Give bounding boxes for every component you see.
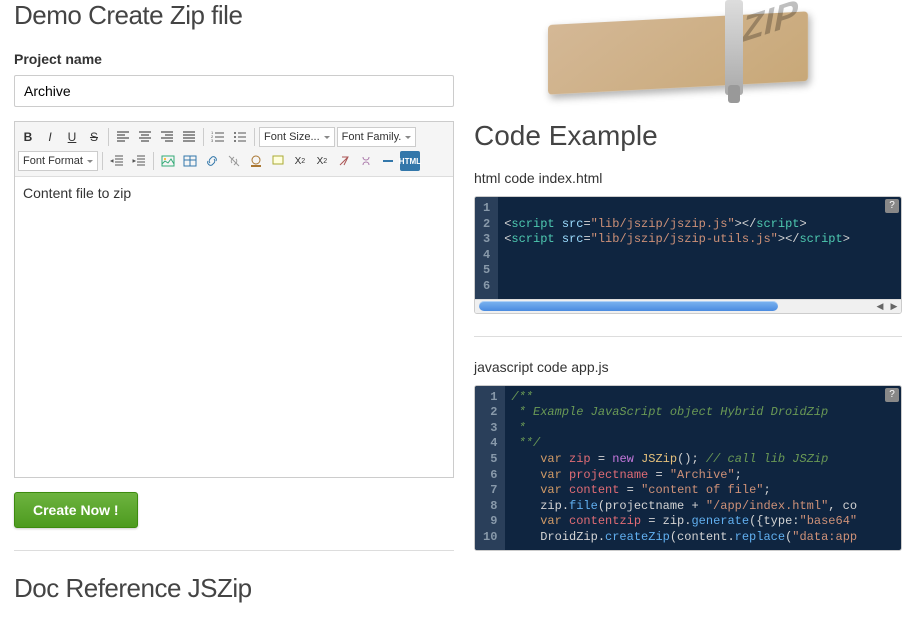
align-right-button[interactable] xyxy=(157,127,177,147)
underline-button[interactable]: U xyxy=(62,127,82,147)
color-button[interactable] xyxy=(246,151,266,171)
font-family-select[interactable]: Font Family. xyxy=(337,127,417,147)
unordered-list-button[interactable] xyxy=(230,127,250,147)
font-size-select[interactable]: Font Size... xyxy=(259,127,335,147)
editor-toolbar: B I U S 123 Font Size... Font Family. xyxy=(15,122,453,177)
html-code-block: ? 123456 <script src="lib/jszip/jszip.js… xyxy=(474,196,902,314)
special-char-button[interactable] xyxy=(356,151,376,171)
superscript-button[interactable]: X2 xyxy=(312,151,332,171)
page-title: Demo Create Zip file xyxy=(14,0,454,31)
divider xyxy=(14,550,454,551)
strike-button[interactable]: S xyxy=(84,127,104,147)
ordered-list-button[interactable]: 123 xyxy=(208,127,228,147)
unlink-button[interactable] xyxy=(224,151,244,171)
scroll-thumb[interactable] xyxy=(479,301,778,311)
font-format-select[interactable]: Font Format xyxy=(18,151,98,171)
align-left-button[interactable] xyxy=(113,127,133,147)
italic-button[interactable]: I xyxy=(40,127,60,147)
image-button[interactable] xyxy=(158,151,178,171)
html-button[interactable]: HTML xyxy=(400,151,420,171)
bold-button[interactable]: B xyxy=(18,127,38,147)
align-center-button[interactable] xyxy=(135,127,155,147)
rich-text-editor: B I U S 123 Font Size... Font Family. xyxy=(14,121,454,478)
outdent-button[interactable] xyxy=(107,151,127,171)
project-name-input[interactable] xyxy=(14,75,454,107)
js-code-block: ? 12345678910 /** * Example JavaScript o… xyxy=(474,385,902,551)
help-icon[interactable]: ? xyxy=(885,199,899,213)
clear-format-button[interactable] xyxy=(334,151,354,171)
indent-button[interactable] xyxy=(129,151,149,171)
project-name-label: Project name xyxy=(14,51,454,67)
code-example-title: Code Example xyxy=(474,120,902,152)
link-button[interactable] xyxy=(202,151,222,171)
svg-text:3: 3 xyxy=(211,138,214,143)
align-justify-button[interactable] xyxy=(179,127,199,147)
hr-button[interactable] xyxy=(378,151,398,171)
create-now-button[interactable]: Create Now ! xyxy=(14,492,138,528)
subscript-button[interactable]: X2 xyxy=(290,151,310,171)
code-scrollbar[interactable]: ◀ ▶ xyxy=(475,299,901,313)
scroll-left-icon[interactable]: ◀ xyxy=(873,299,887,313)
html-code-label: html code index.html xyxy=(474,170,902,186)
divider xyxy=(474,336,902,337)
scroll-right-icon[interactable]: ▶ xyxy=(887,299,901,313)
help-icon[interactable]: ? xyxy=(885,388,899,402)
js-code-label: javascript code app.js xyxy=(474,359,902,375)
background-button[interactable] xyxy=(268,151,288,171)
table-button[interactable] xyxy=(180,151,200,171)
zip-box-illustration: ZIP xyxy=(518,0,858,100)
editor-content-area[interactable]: Content file to zip xyxy=(15,177,453,477)
